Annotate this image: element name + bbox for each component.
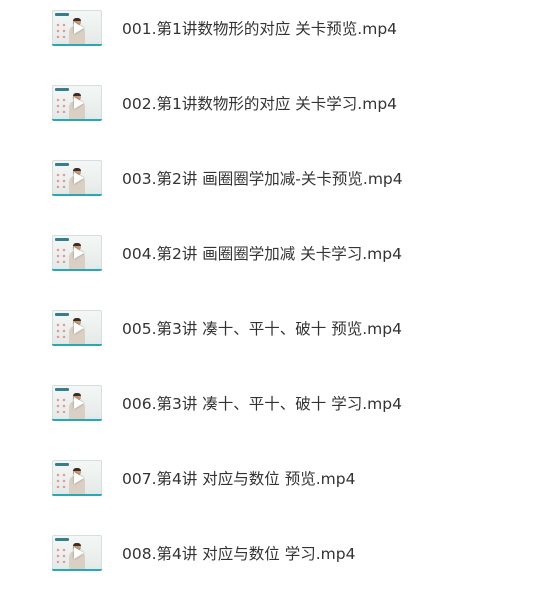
file-item[interactable]: 003.第2讲 画圈圈学加减-关卡预览.mp4: [52, 158, 522, 198]
file-name: 003.第2讲 画圈圈学加减-关卡预览.mp4: [122, 170, 403, 188]
file-item[interactable]: 002.第1讲数物形的对应 关卡学习.mp4: [52, 83, 522, 123]
video-thumbnail-icon: [52, 235, 102, 271]
play-icon: [74, 322, 84, 334]
file-item[interactable]: 008.第4讲 对应与数位 学习.mp4: [52, 533, 522, 573]
video-thumbnail-icon: [52, 460, 102, 496]
play-icon: [74, 22, 84, 34]
play-icon: [74, 247, 84, 259]
video-thumbnail-icon: [52, 535, 102, 571]
file-name: 007.第4讲 对应与数位 预览.mp4: [122, 470, 356, 488]
file-name: 008.第4讲 对应与数位 学习.mp4: [122, 545, 356, 563]
file-item[interactable]: 004.第2讲 画圈圈学加减 关卡学习.mp4: [52, 233, 522, 273]
file-item[interactable]: 006.第3讲 凑十、平十、破十 学习.mp4: [52, 383, 522, 423]
file-name: 005.第3讲 凑十、平十、破十 预览.mp4: [122, 320, 402, 338]
video-thumbnail-icon: [52, 385, 102, 421]
file-name: 002.第1讲数物形的对应 关卡学习.mp4: [122, 95, 398, 113]
play-icon: [74, 397, 84, 409]
file-item[interactable]: 001.第1讲数物形的对应 关卡预览.mp4: [52, 8, 522, 48]
file-item[interactable]: 005.第3讲 凑十、平十、破十 预览.mp4: [52, 308, 522, 348]
file-item[interactable]: 007.第4讲 对应与数位 预览.mp4: [52, 458, 522, 498]
video-thumbnail-icon: [52, 10, 102, 46]
file-name: 004.第2讲 画圈圈学加减 关卡学习.mp4: [122, 245, 402, 263]
play-icon: [74, 472, 84, 484]
file-list: 001.第1讲数物形的对应 关卡预览.mp4 002.第1讲数物形的对应 关卡学…: [0, 0, 551, 589]
play-icon: [74, 547, 84, 559]
file-name: 001.第1讲数物形的对应 关卡预览.mp4: [122, 20, 398, 38]
video-thumbnail-icon: [52, 85, 102, 121]
file-name: 006.第3讲 凑十、平十、破十 学习.mp4: [122, 395, 402, 413]
play-icon: [74, 97, 84, 109]
play-icon: [74, 172, 84, 184]
video-thumbnail-icon: [52, 160, 102, 196]
video-thumbnail-icon: [52, 310, 102, 346]
